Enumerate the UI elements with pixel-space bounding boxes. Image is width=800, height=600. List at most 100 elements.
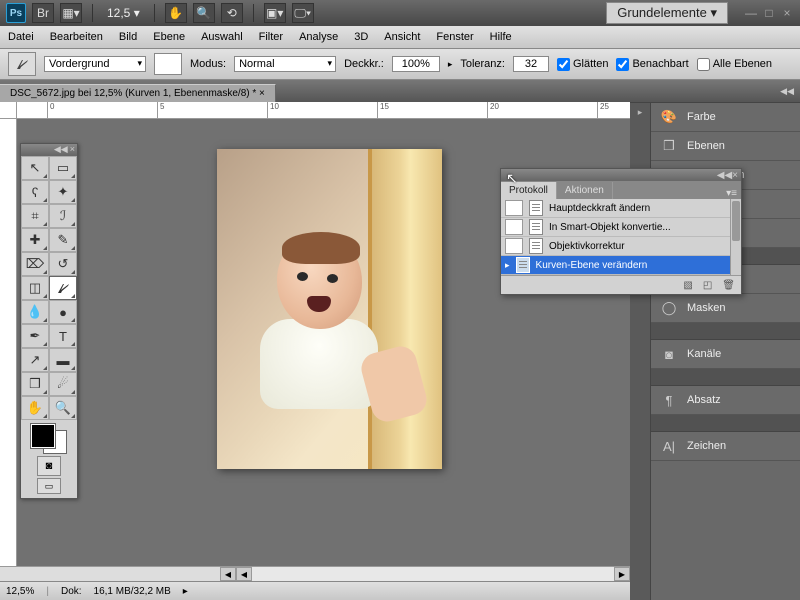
history-item[interactable]: Objektivkorrektur: [501, 237, 741, 256]
toolbox[interactable]: ◀◀× ↖ ▭ ʕ ✦ ⌗ ℐ ✚ ✎ ⌦ ↺ ◫ 💧 ● ✒ T ↗ ▬ ❒ …: [20, 143, 78, 499]
bridge-button[interactable]: Br: [32, 3, 54, 23]
menu-view[interactable]: Ansicht: [384, 31, 420, 43]
hand-tool-button[interactable]: ✋: [165, 3, 187, 23]
document-icon: [529, 200, 543, 216]
status-menu-icon[interactable]: ▸: [183, 586, 188, 597]
blur-tool[interactable]: 💧: [21, 300, 49, 324]
masks-icon: ◯: [661, 300, 677, 316]
title-bar: Ps Br ▦▾ 12,5 ▾ ✋ 🔍 ⟲ ▣▾ 🖵▾ Grundelement…: [0, 0, 800, 26]
eraser-tool[interactable]: ◫: [21, 276, 49, 300]
horizontal-scrollbar[interactable]: ◀ ◀ ▶: [0, 566, 630, 581]
panel-collapse-icon[interactable]: ◀◀: [717, 170, 732, 181]
menu-filter[interactable]: Filter: [259, 31, 283, 43]
toolbox-close-icon[interactable]: ×: [70, 144, 75, 156]
history-panel[interactable]: ◀◀ × Protokoll Aktionen ▾≡ Hauptdeckkraf…: [500, 168, 742, 295]
menu-file[interactable]: Datei: [8, 31, 34, 43]
zoom-tool-button[interactable]: 🔍: [193, 3, 215, 23]
snapshot-icon[interactable]: ▧: [683, 280, 692, 291]
panel-layers[interactable]: ❒Ebenen: [651, 132, 800, 161]
panel-channels[interactable]: ◙Kanäle: [651, 340, 800, 369]
crop-tool[interactable]: ⌗: [21, 204, 49, 228]
healing-tool[interactable]: ✚: [21, 228, 49, 252]
menu-window[interactable]: Fenster: [436, 31, 473, 43]
menu-help[interactable]: Hilfe: [490, 31, 512, 43]
minimize-button[interactable]: —: [744, 6, 758, 20]
3d-camera-tool[interactable]: ☄: [49, 372, 77, 396]
shape-tool[interactable]: ▬: [49, 348, 77, 372]
document-image: [217, 149, 442, 469]
scroll-right-icon[interactable]: ▶: [614, 567, 630, 581]
tolerance-field[interactable]: 32: [513, 56, 549, 72]
document-icon: [529, 219, 543, 235]
toolbox-collapse-icon[interactable]: ◀◀: [54, 144, 68, 156]
quickmask-button[interactable]: ◙: [37, 456, 61, 476]
zoom-tool[interactable]: 🔍: [49, 396, 77, 420]
quick-select-tool[interactable]: ✦: [49, 180, 77, 204]
screenmode-tool[interactable]: ▭: [37, 478, 61, 494]
screenmode-button[interactable]: 🖵▾: [292, 3, 314, 23]
scroll-left-icon[interactable]: ◀: [220, 567, 236, 581]
status-zoom[interactable]: 12,5%: [6, 586, 34, 597]
hand-tool[interactable]: ✋: [21, 396, 49, 420]
mode-dropdown[interactable]: Normal: [234, 56, 336, 72]
brush-tool[interactable]: ✎: [49, 228, 77, 252]
history-brush-tool[interactable]: ↺: [49, 252, 77, 276]
history-scrollbar[interactable]: [730, 199, 741, 275]
panel-character[interactable]: A|Zeichen: [651, 432, 800, 461]
history-item[interactable]: In Smart-Objekt konvertie...: [501, 218, 741, 237]
menu-analysis[interactable]: Analyse: [299, 31, 338, 43]
fill-dropdown[interactable]: Vordergrund: [44, 56, 146, 72]
path-select-tool[interactable]: ↗: [21, 348, 49, 372]
new-snapshot-icon[interactable]: ◰: [703, 280, 712, 291]
horizontal-ruler[interactable]: 0 5 10 15 20 25: [17, 102, 630, 119]
foreground-color[interactable]: [31, 424, 55, 448]
arrange-button[interactable]: ▣▾: [264, 3, 286, 23]
panel-color[interactable]: 🎨Farbe: [651, 103, 800, 132]
panel-menu-icon[interactable]: ▾≡: [722, 188, 741, 199]
scroll-left-icon[interactable]: ◀: [236, 567, 252, 581]
menu-3d[interactable]: 3D: [354, 31, 368, 43]
contiguous-checkbox[interactable]: Benachbart: [616, 58, 688, 71]
document-tab[interactable]: DSC_5672.jpg bei 12,5% (Kurven 1, Ebenen…: [0, 84, 276, 102]
type-tool[interactable]: T: [49, 324, 77, 348]
stamp-tool[interactable]: ⌦: [21, 252, 49, 276]
pen-tool[interactable]: ✒: [21, 324, 49, 348]
paint-bucket-tool[interactable]: [49, 276, 77, 300]
vertical-ruler[interactable]: [0, 119, 17, 566]
panel-paragraph[interactable]: ¶Absatz: [651, 386, 800, 415]
color-swatches[interactable]: [31, 424, 67, 454]
mode-label: Modus:: [190, 58, 226, 70]
dock-collapse-icon[interactable]: ◀◀: [780, 86, 794, 97]
all-layers-checkbox[interactable]: Alle Ebenen: [697, 58, 772, 71]
current-tool-icon[interactable]: [8, 52, 36, 76]
menu-edit[interactable]: Bearbeiten: [50, 31, 103, 43]
3d-tool[interactable]: ❒: [21, 372, 49, 396]
lasso-tool[interactable]: ʕ: [21, 180, 49, 204]
menu-layer[interactable]: Ebene: [153, 31, 185, 43]
menu-select[interactable]: Auswahl: [201, 31, 243, 43]
tab-actions[interactable]: Aktionen: [557, 182, 613, 199]
layers-icon: ❒: [661, 138, 677, 154]
workspace-dropdown[interactable]: Grundelemente ▾: [606, 2, 728, 24]
close-button[interactable]: ×: [780, 6, 794, 20]
dodge-tool[interactable]: ●: [49, 300, 77, 324]
panel-masks[interactable]: ◯Masken: [651, 294, 800, 323]
history-item[interactable]: Hauptdeckkraft ändern: [501, 199, 741, 218]
history-item-selected[interactable]: ▸Kurven-Ebene verändern: [501, 256, 741, 275]
opacity-field[interactable]: 100%: [392, 56, 440, 72]
trash-icon[interactable]: 🗑: [722, 280, 735, 291]
maximize-button[interactable]: □: [762, 6, 776, 20]
antialiasing-checkbox[interactable]: Glätten: [557, 58, 608, 71]
eyedropper-tool[interactable]: ℐ: [49, 204, 77, 228]
menu-image[interactable]: Bild: [119, 31, 137, 43]
pattern-swatch[interactable]: [154, 53, 182, 75]
layout-button[interactable]: ▦▾: [60, 3, 82, 23]
menu-bar: Datei Bearbeiten Bild Ebene Auswahl Filt…: [0, 26, 800, 49]
tab-history[interactable]: Protokoll: [501, 182, 557, 199]
marquee-tool[interactable]: ▭: [49, 156, 77, 180]
close-tab-icon[interactable]: ×: [259, 88, 265, 99]
rotate-view-button[interactable]: ⟲: [221, 3, 243, 23]
move-tool[interactable]: ↖: [21, 156, 49, 180]
panel-close-icon[interactable]: ×: [732, 170, 738, 181]
title-zoom-dropdown[interactable]: 12,5 ▾: [103, 6, 144, 20]
